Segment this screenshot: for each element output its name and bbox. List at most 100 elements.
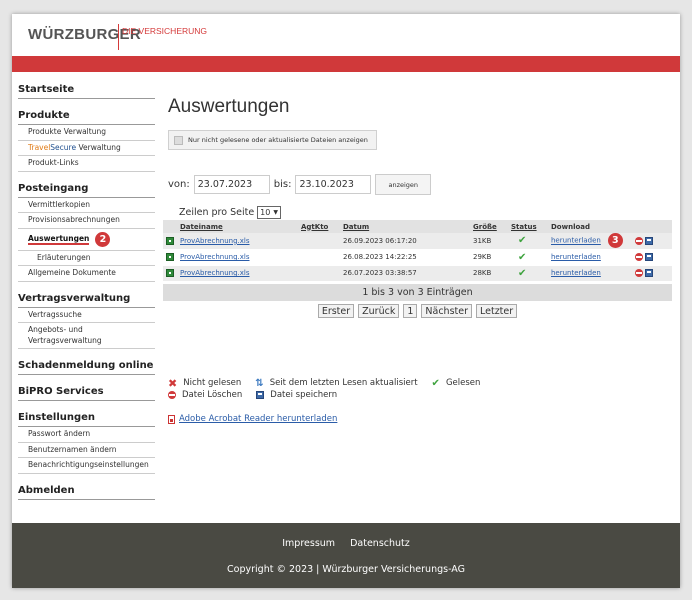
pagination: Erster Zurück 1 Nächster Letzter xyxy=(163,304,672,318)
col-datum[interactable]: Datum xyxy=(340,220,470,233)
excel-file-icon xyxy=(166,253,174,261)
unread-x-icon: ✖ xyxy=(168,376,178,390)
sidebar-item-allgemeine-dokumente[interactable]: Allgemeine Dokumente xyxy=(18,266,155,282)
sidebar-schadenmeldung[interactable]: Schadenmeldung online xyxy=(18,358,155,375)
read-check-icon: ✔ xyxy=(431,377,440,389)
col-download: Download xyxy=(548,220,632,233)
save-icon[interactable] xyxy=(645,236,653,245)
read-check-icon: ✔ xyxy=(518,235,527,247)
save-icon[interactable] xyxy=(645,253,653,261)
rows-per-page-value: 10 xyxy=(260,208,271,217)
delete-icon[interactable] xyxy=(635,236,643,245)
table-header: Dateiname AgtKto Datum Größe Status Down… xyxy=(163,220,672,233)
legend-save: Datei speichern xyxy=(270,390,338,400)
save-icon xyxy=(256,391,265,399)
legend: ✖ Nicht gelesen ⇅ Seit dem letzten Lesen a… xyxy=(168,377,494,401)
datum-cell: 26.07.2023 03:38:57 xyxy=(340,265,470,282)
page-frame: WÜRZBURGER DIE VERSICHERUNG Startseite P… xyxy=(12,14,680,588)
sidebar-item-provisionsabrechnungen[interactable]: Provisionsabrechnungen xyxy=(18,213,155,229)
logo-tagline: DIE VERSICHERUNG xyxy=(122,26,208,36)
sidebar-item-passwort[interactable]: Passwort ändern xyxy=(18,427,155,443)
adobe-reader-link[interactable]: Adobe Acrobat Reader herunterladen xyxy=(179,414,337,424)
sidebar-item-produkte-verwaltung[interactable]: Produkte Verwaltung xyxy=(18,125,155,141)
rows-per-page: Zeilen pro Seite 10 ▼ xyxy=(179,206,281,219)
header: WÜRZBURGER DIE VERSICHERUNG xyxy=(12,14,680,56)
step-badge-2: 2 xyxy=(95,231,111,247)
agtkto-cell xyxy=(298,249,340,266)
sidebar-item-erlaeuterungen[interactable]: Erläuterungen xyxy=(18,251,155,266)
delete-icon xyxy=(168,391,176,399)
table-row: ProvAbrechnung.xls 26.09.2023 06:17:20 3… xyxy=(163,233,672,250)
copyright: Copyright © 2023 | Würzburger Versicheru… xyxy=(227,564,465,575)
sidebar-item-travelsecure[interactable]: TravelSecure Verwaltung xyxy=(18,141,155,156)
datum-cell: 26.09.2023 06:17:20 xyxy=(340,233,470,250)
pdf-icon xyxy=(168,414,175,424)
size-cell: 28KB xyxy=(470,265,508,282)
sidebar-section-einstellungen[interactable]: Einstellungen xyxy=(18,410,155,427)
von-label: von: xyxy=(168,179,190,190)
impressum-link[interactable]: Impressum xyxy=(282,538,335,549)
sidebar: Startseite Produkte Produkte Verwaltung … xyxy=(18,82,155,500)
pager-first-button[interactable]: Erster xyxy=(317,304,355,318)
logo-divider xyxy=(118,24,119,50)
download-link[interactable]: herunterladen xyxy=(551,269,601,277)
pager-last-button[interactable]: Letzter xyxy=(476,304,518,318)
sidebar-item-vermittlerkopien[interactable]: Vermittlerkopien xyxy=(18,198,155,213)
datenschutz-link[interactable]: Datenschutz xyxy=(350,538,410,549)
pager-next-button[interactable]: Nächster xyxy=(421,304,472,318)
main-content: Auswertungen Nur nicht gelesene oder akt… xyxy=(163,96,673,424)
sidebar-item-benutzername[interactable]: Benutzernamen ändern xyxy=(18,443,155,458)
angebots-line1: Angebots- und xyxy=(28,325,83,334)
results-table: Dateiname AgtKto Datum Größe Status Down… xyxy=(163,220,672,282)
sidebar-abmelden[interactable]: Abmelden xyxy=(18,483,155,500)
table-row: ProvAbrechnung.xls 26.08.2023 14:22:25 2… xyxy=(163,249,672,266)
pager-page-1[interactable]: 1 xyxy=(403,304,418,318)
filter-checkbox[interactable] xyxy=(174,135,183,145)
col-groesse[interactable]: Größe xyxy=(470,220,508,233)
von-date-input[interactable]: 23.07.2023 xyxy=(193,175,270,194)
sidebar-section-posteingang[interactable]: Posteingang xyxy=(18,181,155,198)
adobe-download: Adobe Acrobat Reader herunterladen xyxy=(168,414,337,424)
sidebar-startseite[interactable]: Startseite xyxy=(18,82,155,99)
sidebar-bipro[interactable]: BiPRO Services xyxy=(18,384,155,401)
date-range: von: 23.07.2023 bis: 23.10.2023 anzeigen xyxy=(168,174,432,195)
save-icon[interactable] xyxy=(645,269,653,277)
col-agtkto[interactable]: AgtKto xyxy=(298,220,340,233)
file-link[interactable]: ProvAbrechnung.xls xyxy=(180,269,250,277)
angebots-line2: Vertragsverwaltung xyxy=(28,335,102,345)
sidebar-item-auswertungen[interactable]: Auswertungen 2 xyxy=(18,229,155,251)
read-check-icon: ✔ xyxy=(518,251,527,263)
pager-prev-button[interactable]: Zurück xyxy=(358,304,400,318)
sidebar-item-auswertungen-label: Auswertungen xyxy=(28,234,90,245)
bis-date-input[interactable]: 23.10.2023 xyxy=(295,175,372,194)
col-dateiname[interactable]: Dateiname xyxy=(177,220,298,233)
sidebar-item-produkt-links[interactable]: Produkt-Links xyxy=(18,156,155,172)
col-status[interactable]: Status xyxy=(508,220,548,233)
delete-icon[interactable] xyxy=(635,253,643,261)
brand-bar xyxy=(12,56,680,72)
download-link[interactable]: herunterladen xyxy=(551,253,601,261)
rows-per-page-select[interactable]: 10 ▼ xyxy=(257,206,281,219)
agtkto-cell xyxy=(298,233,340,250)
sidebar-section-vertragsverwaltung[interactable]: Vertragsverwaltung xyxy=(18,291,155,308)
delete-icon[interactable] xyxy=(635,269,643,277)
download-link[interactable]: herunterladen xyxy=(551,237,601,245)
legend-read: Gelesen xyxy=(445,378,481,388)
file-link[interactable]: ProvAbrechnung.xls xyxy=(180,253,250,261)
size-cell: 29KB xyxy=(470,249,508,266)
table-row: ProvAbrechnung.xls 26.07.2023 03:38:57 2… xyxy=(163,265,672,282)
agtkto-cell xyxy=(298,265,340,282)
sidebar-section-produkte[interactable]: Produkte xyxy=(18,108,155,125)
excel-file-icon xyxy=(166,236,174,245)
sidebar-item-benachrichtigung[interactable]: Benachrichtigungseinstellungen xyxy=(18,458,155,474)
file-link[interactable]: ProvAbrechnung.xls xyxy=(180,237,250,245)
unread-filter-toggle[interactable]: Nur nicht gelesene oder aktualisierte Da… xyxy=(168,130,377,150)
legend-unread: Nicht gelesen xyxy=(183,378,242,388)
anzeigen-button[interactable]: anzeigen xyxy=(375,174,432,195)
sidebar-item-angebots-vertragsverwaltung[interactable]: Angebots- und Vertragsverwaltung xyxy=(18,323,155,349)
chevron-down-icon: ▼ xyxy=(273,209,278,216)
bis-label: bis: xyxy=(273,179,292,190)
size-cell: 31KB xyxy=(470,233,508,250)
travelsecure-travel: Travel xyxy=(28,142,51,152)
sidebar-item-vertragssuche[interactable]: Vertragssuche xyxy=(18,308,155,323)
